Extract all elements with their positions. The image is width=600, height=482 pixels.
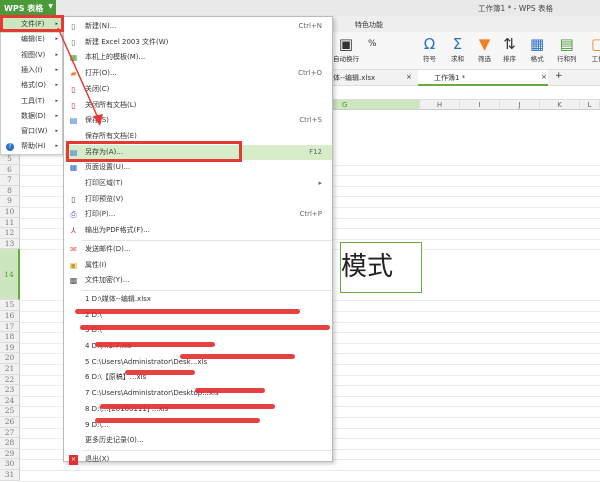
gridline <box>20 470 600 471</box>
arrow-head <box>93 114 103 126</box>
redaction-scribble <box>80 325 330 330</box>
redaction-scribble <box>75 309 300 314</box>
arrow-line <box>57 27 99 119</box>
redaction-scribble <box>180 354 295 359</box>
red-arrow <box>57 27 103 126</box>
redaction-scribble <box>195 388 265 393</box>
gridline <box>20 480 600 482</box>
redaction-scribble <box>95 418 260 423</box>
redaction-scribble <box>125 370 195 375</box>
redaction-scribble <box>100 404 275 409</box>
row-header[interactable]: 31 <box>0 470 20 481</box>
redaction-scribble <box>95 342 215 347</box>
